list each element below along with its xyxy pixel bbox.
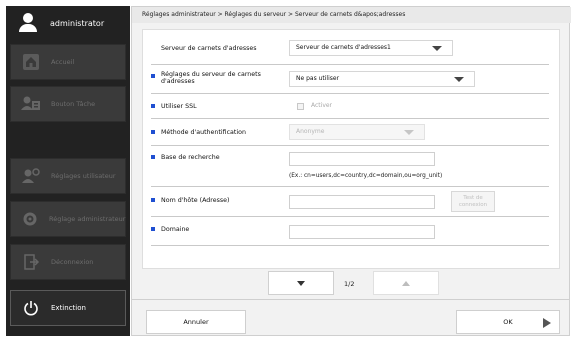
- cancel-button-label: Annuler: [183, 318, 209, 326]
- admin-settings-icon: [21, 209, 39, 229]
- chevron-down-icon: [454, 77, 464, 82]
- breadcrumb: Réglages administrateur > Réglages du se…: [132, 7, 571, 23]
- auth-label: Méthode d'authentification: [161, 129, 246, 136]
- ok-button[interactable]: OK: [456, 310, 560, 334]
- search-base-hint: (Ex.: cn=users,dc=country,dc=domain,ou=o…: [289, 173, 443, 179]
- cancel-button[interactable]: Annuler: [146, 310, 246, 334]
- server-select[interactable]: Serveur de carnets d'adresses1: [289, 40, 453, 56]
- host-input[interactable]: [289, 195, 435, 209]
- sidebar-item-label: Réglages utilisateur: [51, 172, 116, 180]
- sidebar-item-admin-settings[interactable]: Réglage administrateur: [10, 201, 126, 237]
- sidebar-item-label: Bouton Tâche: [51, 100, 96, 108]
- sidebar-item-label: Réglage administrateur: [49, 215, 126, 223]
- test-connection-button[interactable]: Test de connexion: [451, 191, 495, 212]
- play-arrow-icon: [543, 318, 551, 328]
- page-indicator: 1/2: [344, 280, 355, 288]
- settings-select[interactable]: Ne pas utiliser: [289, 71, 475, 87]
- form-row-ssl: Utiliser SSL Activer: [151, 94, 549, 119]
- arrow-down-icon: [297, 280, 305, 286]
- form-row-server: Serveur de carnets d'adresses Serveur de…: [151, 32, 549, 65]
- sidebar-item-label: Déconnexion: [51, 258, 94, 266]
- ssl-option-label: Activer: [311, 102, 333, 109]
- ssl-label: Utiliser SSL: [161, 103, 197, 110]
- screen: administrator Accueil Bouton Tâche Régla…: [0, 0, 576, 340]
- home-icon: [21, 52, 41, 72]
- required-bullet-icon: [151, 155, 155, 159]
- auth-method-select[interactable]: Anonyme: [289, 124, 425, 140]
- page-down-button[interactable]: [268, 271, 334, 295]
- required-bullet-icon: [151, 130, 155, 134]
- auth-method-value: Anonyme: [296, 128, 325, 135]
- form-row-auth: Méthode d'authentification Anonyme: [151, 119, 549, 146]
- server-select-value: Serveur de carnets d'adresses1: [296, 44, 391, 51]
- footer-bar: Annuler OK: [132, 299, 569, 337]
- search-base-input[interactable]: [289, 152, 435, 166]
- required-bullet-icon: [151, 104, 155, 108]
- form-row-settings: Réglages du serveur de carnets d'adresse…: [151, 65, 549, 94]
- search-base-label: Base de recherche: [161, 154, 220, 161]
- task-button-icon: [21, 94, 41, 114]
- sidebar-item-user-settings[interactable]: Réglages utilisateur: [10, 158, 126, 194]
- main-panel: Réglages administrateur > Réglages du se…: [131, 6, 571, 337]
- sidebar-item-logout[interactable]: Déconnexion: [10, 244, 126, 280]
- form-row-search-base: Base de recherche (Ex.: cn=users,dc=coun…: [151, 146, 549, 187]
- sidebar-item-label: Extinction: [51, 304, 86, 312]
- host-label: Nom d'hôte (Adresse): [161, 197, 230, 204]
- user-name: administrator: [50, 18, 105, 28]
- sidebar-item-power-off[interactable]: Extinction: [10, 290, 126, 326]
- required-bullet-icon: [151, 198, 155, 202]
- chevron-down-icon: [432, 46, 442, 51]
- settings-label: Réglages du serveur de carnets d'adresse…: [161, 71, 261, 85]
- server-label: Serveur de carnets d'adresses: [161, 45, 257, 52]
- arrow-up-icon: [402, 280, 410, 286]
- page-up-button[interactable]: [373, 271, 439, 295]
- form-row-domain: Domaine: [151, 217, 549, 246]
- logout-icon: [21, 252, 41, 272]
- settings-select-value: Ne pas utiliser: [296, 75, 340, 82]
- sidebar-item-label: Accueil: [51, 58, 75, 66]
- chevron-down-icon: [404, 130, 414, 135]
- sidebar-item-task-button[interactable]: Bouton Tâche: [10, 86, 126, 122]
- user-icon: [18, 13, 38, 33]
- domain-input[interactable]: [289, 225, 435, 239]
- user-settings-icon: [21, 166, 41, 186]
- required-bullet-icon: [151, 74, 155, 78]
- sidebar: administrator Accueil Bouton Tâche Régla…: [6, 6, 130, 336]
- ssl-checkbox[interactable]: [297, 103, 304, 110]
- form-row-host: Nom d'hôte (Adresse) Test de connexion: [151, 187, 549, 217]
- power-icon: [21, 298, 41, 318]
- user-header: administrator: [6, 6, 130, 40]
- settings-form: Serveur de carnets d'adresses Serveur de…: [142, 29, 560, 269]
- sidebar-item-home[interactable]: Accueil: [10, 44, 126, 80]
- required-bullet-icon: [151, 227, 155, 231]
- ok-button-label: OK: [503, 318, 513, 326]
- domain-label: Domaine: [161, 226, 190, 233]
